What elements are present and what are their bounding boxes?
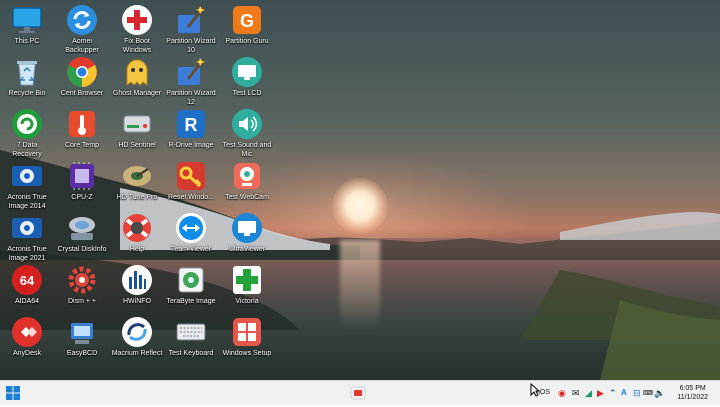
partition-guru-icon: G xyxy=(230,3,264,37)
svg-text:G: G xyxy=(240,11,254,31)
network-icon[interactable]: ⌨ xyxy=(643,389,653,397)
sun-reflection xyxy=(340,240,380,330)
volume-icon[interactable]: 🔈 xyxy=(654,388,665,399)
desktop-icon-hd-sentinel[interactable]: HD Sentinel xyxy=(111,107,163,151)
aida64-icon: 64 xyxy=(10,263,44,297)
r-drive-icon: R xyxy=(174,107,208,141)
desktop-icon-team-viewer[interactable]: Team Viewer xyxy=(165,211,217,255)
browser-icon xyxy=(65,55,99,89)
macrium-icon xyxy=(120,315,154,349)
cpu-icon xyxy=(65,159,99,193)
acronis-icon xyxy=(10,211,44,245)
key-icon xyxy=(174,159,208,193)
mail-icon[interactable]: ✉ xyxy=(572,388,580,399)
red-cross-icon xyxy=(120,3,154,37)
clock-date: 11/1/2022 xyxy=(677,394,708,401)
windows-setup-icon xyxy=(230,315,264,349)
taskbar: nOS ◉ ✉ ◢ ▶ ⌃ A ⊟ ⌨ 🔈 6:05 PM 11/1/2022 xyxy=(0,380,720,405)
magic-wand-icon xyxy=(174,3,208,37)
desktop-icon-r-drive-image[interactable]: R R-Drive Image xyxy=(165,107,217,151)
taskbar-app-button[interactable] xyxy=(349,384,367,402)
desktop-icon-test-webcam[interactable]: Test WebCam xyxy=(221,159,273,203)
bar-chart-icon xyxy=(120,263,154,297)
hd-tune-icon xyxy=(120,159,154,193)
desktop-icon-ultraviewer[interactable]: UltraViewer xyxy=(221,211,273,255)
hard-drive-icon xyxy=(120,107,154,141)
svg-text:R: R xyxy=(185,115,198,135)
desktop-icon-test-sound-mic[interactable]: Test Sound and Mic xyxy=(221,107,273,159)
app-icon xyxy=(350,386,366,400)
desktop-icon-help[interactable]: Help xyxy=(111,211,163,255)
gear-icon xyxy=(65,263,99,297)
play-icon[interactable]: ▶ xyxy=(597,388,604,399)
desktop-icon-macrium-reflect[interactable]: Macrium Reflect xyxy=(111,315,163,359)
lcd-monitor-icon xyxy=(230,55,264,89)
disk-icon[interactable]: ⊟ xyxy=(633,388,641,399)
desktop-icon-this-pc[interactable]: This PC xyxy=(1,3,53,47)
desktop-icon-terabyte-image[interactable]: TeraByte Image xyxy=(165,263,217,307)
recycle-bin-icon xyxy=(10,55,44,89)
desktop-icon-acronis-2021[interactable]: Acronis True Image 2021 xyxy=(1,211,53,263)
desktop-icon-aomei-backupper[interactable]: Aomei Backupper xyxy=(56,3,108,55)
clock-time: 6:05 PM xyxy=(679,385,706,392)
desktop-icon-reset-windows[interactable]: Reset Windo... xyxy=(165,159,217,203)
thermometer-icon xyxy=(65,107,99,141)
desktop-icon-cpu-z[interactable]: CPU-Z xyxy=(56,159,108,203)
desktop-icon-easybcd[interactable]: EasyBCD xyxy=(56,315,108,359)
desktop-icon-core-temp[interactable]: Core Temp xyxy=(56,107,108,151)
windows-logo-icon xyxy=(6,386,20,400)
start-button[interactable] xyxy=(6,386,20,400)
lifebuoy-icon xyxy=(120,211,154,245)
desktop-wallpaper: This PC Recycle Bin 7 Data Recovery Acro… xyxy=(0,0,720,380)
speaker-icon xyxy=(230,107,264,141)
up-arrow-icon[interactable]: ⌃ xyxy=(609,388,617,399)
desktop-icon-test-keyboard[interactable]: Test Keyboard xyxy=(165,315,217,359)
desktop-icon-ghost-manager[interactable]: Ghost Manager xyxy=(111,55,163,99)
desktop-icon-hd-tune-pro[interactable]: HD Tune Pro xyxy=(111,159,163,203)
desktop-icon-anydesk[interactable]: AnyDesk xyxy=(1,315,53,359)
acronis-icon xyxy=(10,159,44,193)
desktop-icon-7-data-recovery[interactable]: 7 Data Recovery xyxy=(1,107,53,159)
desktop-icon-partition-wizard-10[interactable]: Partition Wizard 10 xyxy=(165,3,217,55)
anydesk-tray-icon[interactable]: ◢ xyxy=(585,388,592,399)
anydesk-icon xyxy=(10,315,44,349)
magic-wand-icon xyxy=(174,55,208,89)
easybcd-icon xyxy=(65,315,99,349)
desktop-icon-aida64[interactable]: 64 AIDA64 xyxy=(1,263,53,307)
webcam-icon xyxy=(230,159,264,193)
desktop-icon-windows-setup[interactable]: Windows Setup xyxy=(221,315,273,359)
ghost-icon xyxy=(120,55,154,89)
clock[interactable]: 6:05 PM 11/1/2022 xyxy=(677,384,708,402)
language-indicator[interactable]: A xyxy=(621,388,627,397)
green-cross-icon xyxy=(230,263,264,297)
desktop-icon-recycle-bin[interactable]: Recycle Bin xyxy=(1,55,53,99)
desktop-icon-crystal-diskinfo[interactable]: Crystal DiskInfo xyxy=(56,211,108,255)
sun xyxy=(332,178,388,234)
refresh-arrows-icon xyxy=(65,3,99,37)
disk-info-icon xyxy=(65,211,99,245)
desktop-icon-partition-guru[interactable]: G Partition Guru xyxy=(221,3,273,47)
monitor-icon xyxy=(230,211,264,245)
desktop-icon-acronis-2014[interactable]: Acronis True Image 2014 xyxy=(1,159,53,211)
terabyte-icon xyxy=(174,263,208,297)
desktop-icon-test-lcd[interactable]: Test LCD xyxy=(221,55,273,99)
desktop-icon-hwinfo[interactable]: HWiNFO xyxy=(111,263,163,307)
record-icon[interactable]: ◉ xyxy=(558,388,566,399)
monitor-icon xyxy=(10,3,44,37)
desktop-icon-dism[interactable]: Dism + + xyxy=(56,263,108,307)
keyboard-icon xyxy=(174,315,208,349)
desktop-icon-victoria[interactable]: Victoria xyxy=(221,263,273,307)
aida64-badge: 64 xyxy=(20,273,35,288)
desktop-icon-cent-browser[interactable]: Cent Browser xyxy=(56,55,108,99)
teamviewer-icon xyxy=(174,211,208,245)
desktop-icon-fix-boot-windows[interactable]: Fix Boot Windows xyxy=(111,3,163,55)
desktop-icon-partition-wizard-12[interactable]: Partition Wizard 12 xyxy=(165,55,217,107)
mouse-cursor-icon xyxy=(530,383,540,397)
data-recovery-icon xyxy=(10,107,44,141)
